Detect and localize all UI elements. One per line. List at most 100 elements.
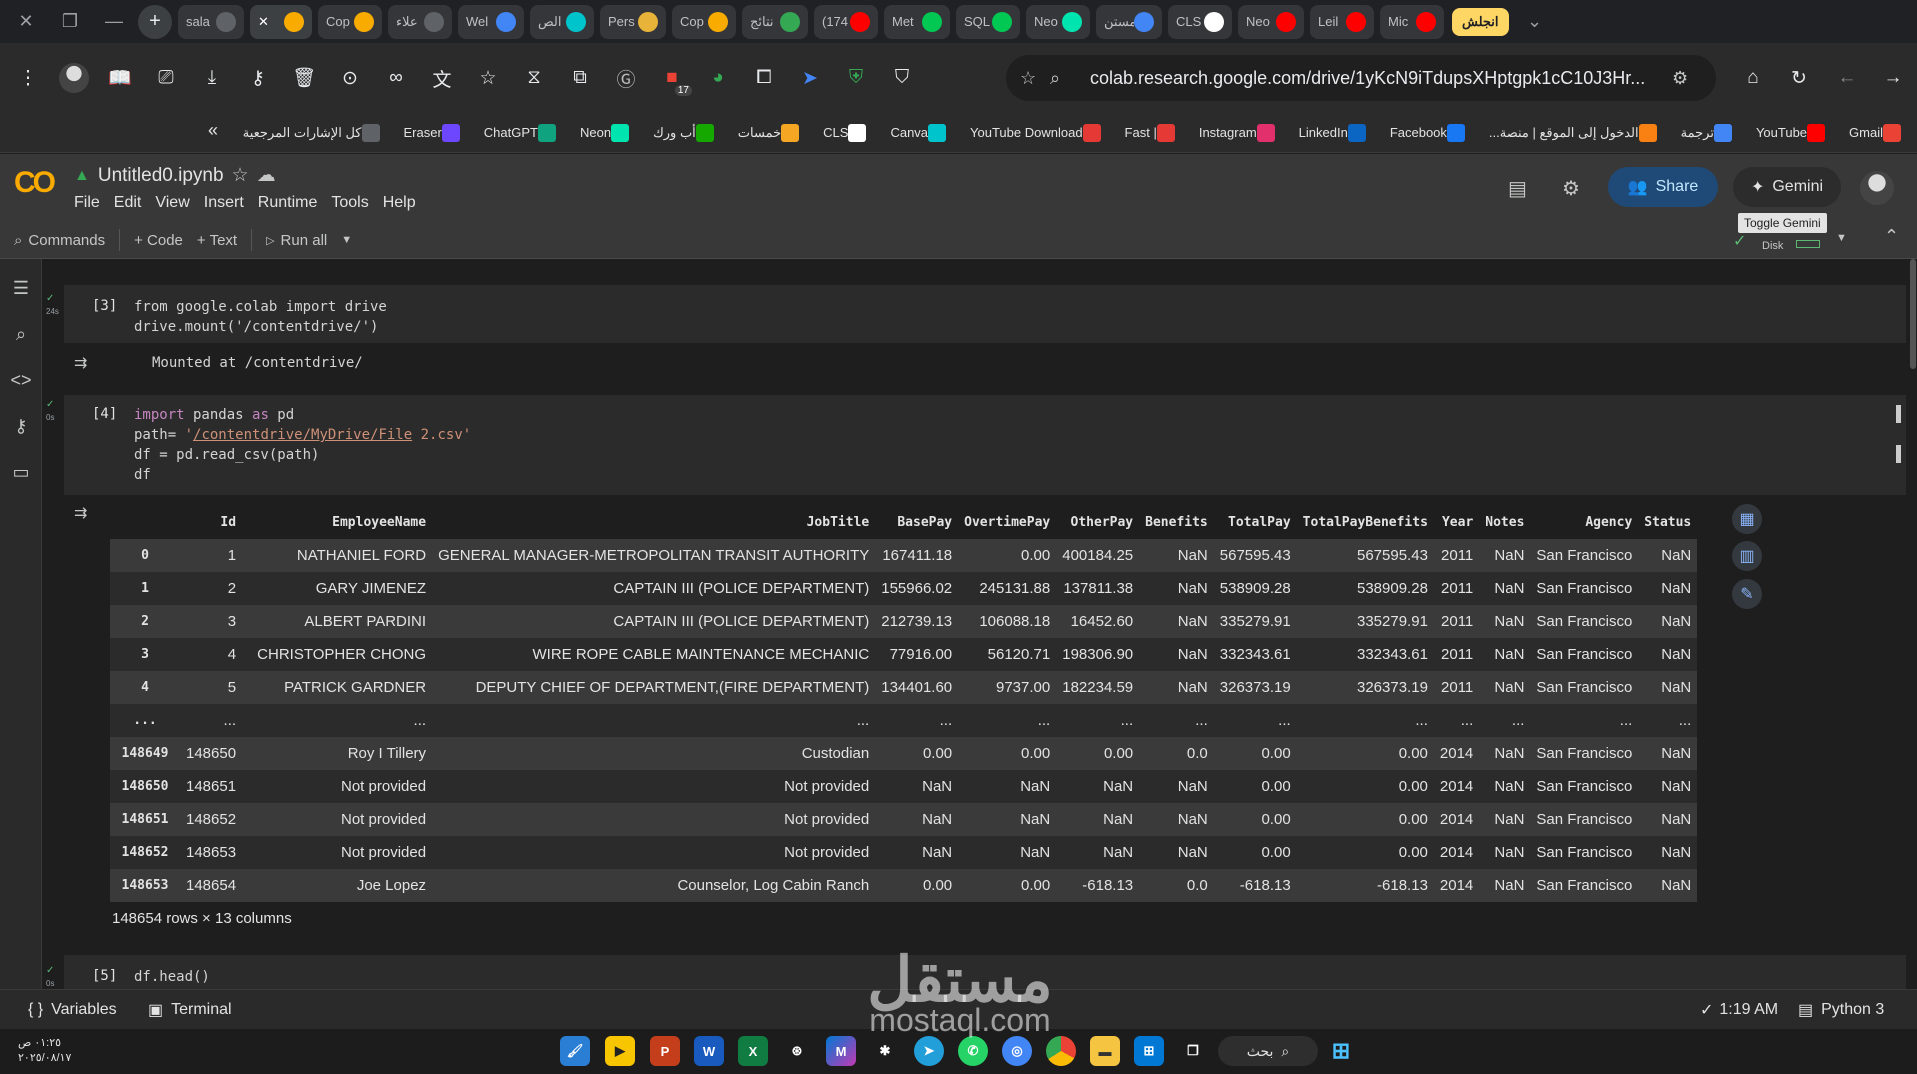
bookmark-item[interactable]: Eraser	[404, 123, 466, 142]
chrome-alt-icon[interactable]: ◎	[1002, 1036, 1032, 1066]
code-cell[interactable]: [3] from google.colab import drive drive…	[64, 285, 1906, 343]
window-close-icon[interactable]: ✕	[8, 4, 44, 40]
browser-tab[interactable]: علاء	[388, 4, 452, 39]
bookmark-item[interactable]: ترجمة	[1681, 123, 1738, 142]
powerpoint-icon[interactable]: P	[650, 1036, 680, 1066]
account-avatar[interactable]	[1860, 171, 1894, 205]
find-replace-icon[interactable]: ⌕	[8, 321, 34, 347]
address-bar[interactable]: ☆ ⌕ colab.research.google.com/drive/1yKc…	[1006, 55, 1716, 101]
runtime-dropdown-icon[interactable]: ▼	[1836, 232, 1847, 244]
output-toggle-icon[interactable]: ⇉	[74, 353, 87, 373]
bookmark-item[interactable]: Facebook	[1390, 123, 1471, 142]
settings-gear-icon[interactable]: ⚙	[1562, 176, 1580, 201]
gemini-button[interactable]: ✦ Gemini	[1733, 167, 1841, 207]
cast-icon[interactable]: ⎚	[148, 60, 184, 96]
screenshot-icon[interactable]: ⊙	[332, 60, 368, 96]
browser-tab[interactable]: CLS	[1168, 4, 1232, 39]
browser-tab[interactable]: Wel	[458, 4, 524, 39]
ram-disk-bars[interactable]	[1796, 240, 1820, 248]
variables-button[interactable]: { } Variables	[28, 1001, 117, 1019]
bookmark-item[interactable]: YouTube	[1756, 123, 1831, 142]
bookmark-item[interactable]: ChatGPT	[484, 123, 562, 142]
download-icon[interactable]: ⤓	[194, 60, 230, 96]
browser-tab[interactable]: مستن	[1096, 4, 1162, 39]
browser-tab[interactable]: SQL	[956, 4, 1020, 39]
extensions-icon[interactable]: ⧉	[562, 60, 598, 96]
microsoft365-icon[interactable]: M	[826, 1036, 856, 1066]
browser-tab[interactable]: Neo	[1026, 4, 1090, 39]
browser-tab[interactable]: sala	[178, 4, 244, 39]
bookmarks-overflow-icon[interactable]: «	[208, 120, 218, 141]
collapse-header-icon[interactable]: ⌃	[1884, 226, 1899, 247]
bookmark-item[interactable]: LinkedIn	[1299, 123, 1372, 142]
tab-search-chevron-icon[interactable]: ⌄	[1517, 4, 1553, 40]
window-minimize-icon[interactable]: —	[96, 4, 132, 40]
last-run-status[interactable]: ✓ 1:19 AM	[1700, 1000, 1778, 1020]
trash-icon[interactable]: 🗑	[286, 60, 322, 96]
hourglass-icon[interactable]: ⧖	[516, 60, 552, 96]
add-code-button[interactable]: + Code	[134, 232, 183, 249]
code-line[interactable]: df.head()	[134, 967, 210, 987]
browser-tab[interactable]: Cop	[318, 4, 382, 39]
bookmark-item[interactable]: كل الإشارات المرجعية	[243, 123, 386, 142]
chatgpt-app-icon[interactable]: ⊛	[782, 1036, 812, 1066]
window-restore-icon[interactable]: ❐	[52, 4, 88, 40]
browser-tab[interactable]: ✕	[250, 4, 312, 39]
key-icon[interactable]: ⚷	[240, 60, 276, 96]
code-line[interactable]: from google.colab import drive	[134, 297, 387, 317]
browser-tab[interactable]: Leil	[1310, 4, 1374, 39]
interactive-table-icon[interactable]: ▦	[1732, 504, 1762, 534]
secrets-key-icon[interactable]: ⚷	[8, 413, 34, 439]
bookmark-item[interactable]: Gmail	[1849, 123, 1907, 142]
add-text-button[interactable]: + Text	[197, 232, 237, 249]
file-explorer-icon[interactable]: ▬	[1090, 1036, 1120, 1066]
telegram-icon[interactable]: ➤	[914, 1036, 944, 1066]
bookmark-item[interactable]: Neon	[580, 123, 635, 142]
browser-tab[interactable]: الص	[530, 4, 594, 39]
code-snippets-icon[interactable]: <>	[8, 367, 34, 393]
chrome-taskbar-icon[interactable]	[1046, 1036, 1076, 1066]
whatsapp-icon[interactable]: ✆	[958, 1036, 988, 1066]
code-line[interactable]: df = pd.read_csv(path)	[134, 445, 319, 465]
site-settings-icon[interactable]: ⚙	[1672, 68, 1702, 89]
menu-item-insert[interactable]: Insert	[204, 194, 244, 212]
browser-tab[interactable]: نتائج	[742, 4, 808, 39]
bookmark-star-icon[interactable]: ☆	[1020, 68, 1050, 89]
new-tab-button[interactable]: +	[138, 4, 172, 39]
shield-icon[interactable]: ⛉	[884, 60, 920, 96]
link-icon[interactable]: ∞	[378, 60, 414, 96]
browser-tab[interactable]: Pers	[600, 4, 666, 39]
code-line[interactable]: import pandas as pd	[134, 405, 294, 425]
reading-mode-icon[interactable]: 📖	[102, 60, 138, 96]
menu-item-file[interactable]: File	[74, 194, 100, 212]
home-icon[interactable]: ⌂	[1735, 60, 1771, 96]
translate-icon[interactable]: 文	[424, 60, 460, 96]
generate-code-wand-icon[interactable]: ✎	[1732, 579, 1762, 609]
windows-start-icon[interactable]: ⊞	[1326, 1036, 1356, 1066]
files-folder-icon[interactable]: ▭	[8, 459, 34, 485]
bookmark-item[interactable]: YouTube Download	[970, 123, 1107, 142]
system-clock[interactable]: ٠١:٢٥ ص ٢٠٢٥/٠٨/١٧	[18, 1036, 71, 1066]
cursor-extension-icon[interactable]: ➤	[792, 60, 828, 96]
code-line[interactable]: df	[134, 465, 151, 485]
url-text[interactable]: colab.research.google.com/drive/1yKcN9iT…	[1090, 68, 1672, 89]
bookmark-item[interactable]: أب ورك	[653, 123, 720, 142]
profile-update-button[interactable]: انجلش	[1452, 7, 1509, 36]
store-icon[interactable]: ⊞	[1134, 1036, 1164, 1066]
paint-app-icon[interactable]: 🖌	[560, 1036, 590, 1066]
star-icon[interactable]: ☆	[232, 164, 249, 187]
notebook-title[interactable]: Untitled0.ipynb	[98, 165, 224, 187]
menu-item-edit[interactable]: Edit	[114, 194, 142, 212]
excel-icon[interactable]: X	[738, 1036, 768, 1066]
commands-button[interactable]: ⌕ Commands	[14, 232, 105, 249]
bookmark-item[interactable]: Canva	[890, 123, 952, 142]
profile-avatar-icon[interactable]	[56, 60, 92, 96]
code-line[interactable]: drive.mount('/contentdrive/')	[134, 317, 378, 337]
shield-check-icon[interactable]: ⛨	[838, 60, 874, 96]
reload-icon[interactable]: ↻	[1781, 60, 1817, 96]
runtime-info[interactable]: ▤ Python 3	[1798, 1000, 1884, 1020]
menu-item-view[interactable]: View	[155, 194, 189, 212]
extension-badge-icon[interactable]: ■ 17	[654, 60, 692, 96]
grammarly-icon[interactable]: Ⓖ	[608, 60, 644, 96]
run-all-button[interactable]: ▷ Run all	[266, 232, 327, 249]
